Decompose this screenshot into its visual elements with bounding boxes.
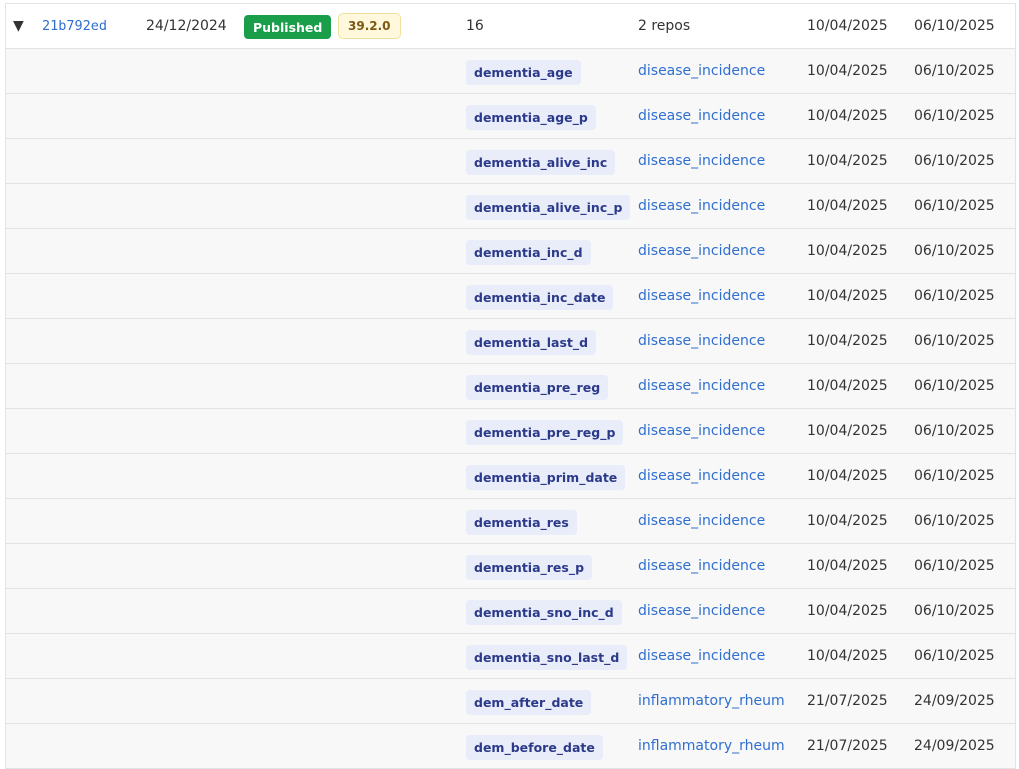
repo-link[interactable]: inflammatory_rheum <box>638 679 785 723</box>
repo-link[interactable]: disease_incidence <box>638 274 765 318</box>
repo-link[interactable]: disease_incidence <box>638 94 765 138</box>
variable-row: dementia_sno_last_d disease_incidence 10/0… <box>6 634 1015 679</box>
repo-link[interactable]: disease_incidence <box>638 499 765 543</box>
variable-name-tag[interactable]: dementia_alive_inc_p <box>466 195 631 220</box>
version-badge: 39.2.0 <box>338 13 401 39</box>
variable-name-tag[interactable]: dem_after_date <box>466 690 592 715</box>
last-date: 06/10/2025 <box>914 198 995 214</box>
last-date: 06/10/2025 <box>914 558 995 574</box>
last-date: 06/10/2025 <box>914 423 995 439</box>
first-date: 21/07/2025 <box>807 693 888 709</box>
first-date: 21/07/2025 <box>807 738 888 754</box>
variable-row: dementia_age_p disease_incidence 10/04/202… <box>6 94 1015 139</box>
last-date: 24/09/2025 <box>914 693 995 709</box>
repo-link[interactable]: disease_incidence <box>638 229 765 273</box>
repo-link[interactable]: disease_incidence <box>638 454 765 498</box>
first-date: 10/04/2025 <box>807 333 888 349</box>
variable-name-tag[interactable]: dementia_res <box>466 510 577 535</box>
last-date: 06/10/2025 <box>914 108 995 124</box>
first-date: 10/04/2025 <box>807 198 888 214</box>
variable-row: dementia_inc_date disease_incidence 10/04/… <box>6 274 1015 319</box>
repo-link[interactable]: disease_incidence <box>638 634 765 678</box>
variable-row: dementia_pre_reg disease_incidence 10/04/2… <box>6 364 1015 409</box>
last-date: 06/10/2025 <box>914 513 995 529</box>
first-date: 10/04/2025 <box>807 63 888 79</box>
repo-link[interactable]: disease_incidence <box>638 544 765 588</box>
variable-row: dem_before_date inflammatory_rheum 21/07/2… <box>6 724 1015 769</box>
first-date: 10/04/2025 <box>807 423 888 439</box>
last-date: 06/10/2025 <box>914 603 995 619</box>
variable-name-tag[interactable]: dementia_res_p <box>466 555 593 580</box>
repo-link[interactable]: disease_incidence <box>638 409 765 453</box>
variable-name-tag[interactable]: dementia_age_p <box>466 105 596 130</box>
created-date: 24/12/2024 <box>146 18 227 34</box>
repo-link[interactable]: disease_incidence <box>638 589 765 633</box>
variable-name-tag[interactable]: dementia_inc_d <box>466 240 591 265</box>
variable-row: dementia_res disease_incidence 10/04/2025 0… <box>6 499 1015 544</box>
first-date: 10/04/2025 <box>807 513 888 529</box>
last-date: 06/10/2025 <box>914 63 995 79</box>
variable-name-tag[interactable]: dementia_last_d <box>466 330 597 355</box>
variable-name-tag[interactable]: dementia_pre_reg_p <box>466 420 624 445</box>
first-date: 10/04/2025 <box>807 18 888 34</box>
first-date: 10/04/2025 <box>807 603 888 619</box>
version-row[interactable]: ▼ 21b792ed 24/12/2024 Published 39.2.0 1… <box>6 3 1015 49</box>
variable-row: dementia_alive_inc_p disease_incidence 10/… <box>6 184 1015 229</box>
repo-link[interactable]: inflammatory_rheum <box>638 724 785 768</box>
variable-row: dementia_sno_inc_d disease_incidence 10/04… <box>6 589 1015 634</box>
first-date: 10/04/2025 <box>807 558 888 574</box>
variable-row: dementia_pre_reg_p disease_incidence 10/04… <box>6 409 1015 454</box>
variable-row: dementia_age disease_incidence 10/04/2025 0… <box>6 49 1015 94</box>
variable-row: dem_after_date inflammatory_rheum 21/07/20… <box>6 679 1015 724</box>
variable-name-tag[interactable]: dementia_prim_date <box>466 465 626 490</box>
last-date: 06/10/2025 <box>914 18 995 34</box>
last-date: 06/10/2025 <box>914 243 995 259</box>
variable-row: dementia_alive_inc disease_incidence 10/04… <box>6 139 1015 184</box>
collapse-toggle-icon[interactable]: ▼ <box>13 4 24 48</box>
version-hash-link[interactable]: 21b792ed <box>42 4 107 48</box>
variable-row: dementia_res_p disease_incidence 10/04/202… <box>6 544 1015 589</box>
variable-count: 16 <box>466 18 484 34</box>
first-date: 10/04/2025 <box>807 153 888 169</box>
version-table: ▼ 21b792ed 24/12/2024 Published 39.2.0 1… <box>5 3 1016 769</box>
last-date: 06/10/2025 <box>914 648 995 664</box>
variable-name-tag[interactable]: dem_before_date <box>466 735 603 760</box>
repo-link[interactable]: disease_incidence <box>638 139 765 183</box>
repo-count: 2 repos <box>638 18 691 34</box>
repo-link[interactable]: disease_incidence <box>638 184 765 228</box>
variable-name-tag[interactable]: dementia_sno_last_d <box>466 645 628 670</box>
first-date: 10/04/2025 <box>807 243 888 259</box>
variable-name-tag[interactable]: dementia_pre_reg <box>466 375 609 400</box>
first-date: 10/04/2025 <box>807 378 888 394</box>
variable-name-tag[interactable]: dementia_alive_inc <box>466 150 616 175</box>
variable-row: dementia_inc_d disease_incidence 10/04/202… <box>6 229 1015 274</box>
first-date: 10/04/2025 <box>807 288 888 304</box>
repo-link[interactable]: disease_incidence <box>638 319 765 363</box>
last-date: 06/10/2025 <box>914 468 995 484</box>
repo-link[interactable]: disease_incidence <box>638 364 765 408</box>
last-date: 06/10/2025 <box>914 378 995 394</box>
variable-name-tag[interactable]: dementia_age <box>466 60 581 85</box>
last-date: 06/10/2025 <box>914 288 995 304</box>
variable-row: dementia_last_d disease_incidence 10/04/20… <box>6 319 1015 364</box>
variable-row: dementia_prim_date disease_incidence 10/04… <box>6 454 1015 499</box>
last-date: 06/10/2025 <box>914 333 995 349</box>
variable-name-tag[interactable]: dementia_sno_inc_d <box>466 600 622 625</box>
first-date: 10/04/2025 <box>807 468 888 484</box>
last-date: 24/09/2025 <box>914 738 995 754</box>
first-date: 10/04/2025 <box>807 108 888 124</box>
status-badge: Published <box>244 15 332 39</box>
variable-name-tag[interactable]: dementia_inc_date <box>466 285 614 310</box>
first-date: 10/04/2025 <box>807 648 888 664</box>
last-date: 06/10/2025 <box>914 153 995 169</box>
repo-link[interactable]: disease_incidence <box>638 49 765 93</box>
